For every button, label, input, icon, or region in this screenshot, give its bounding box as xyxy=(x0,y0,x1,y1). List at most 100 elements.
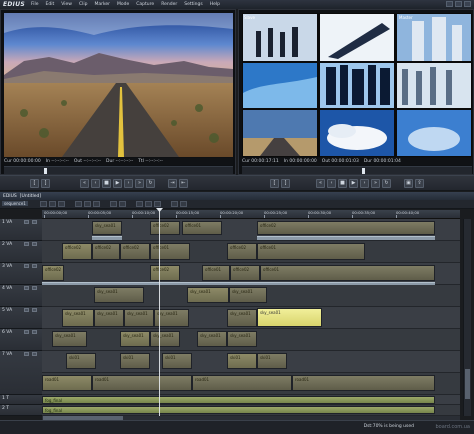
track-header-4va[interactable]: 4 VA xyxy=(0,285,42,307)
timeline-clip[interactable]: office02 xyxy=(150,265,180,281)
timeline-clip[interactable]: road01 xyxy=(42,375,92,391)
speaker-icon[interactable] xyxy=(32,220,37,224)
speaker-icon[interactable] xyxy=(32,352,37,356)
eye-icon[interactable] xyxy=(24,220,29,224)
eye-icon[interactable] xyxy=(24,264,29,268)
rewind-icon[interactable]: « xyxy=(80,179,89,188)
eye-icon[interactable] xyxy=(24,242,29,246)
timeline-clip[interactable]: sky_sea01 xyxy=(94,287,144,303)
stop-icon[interactable]: ■ xyxy=(102,179,111,188)
ripple-icon[interactable] xyxy=(145,201,152,207)
timeline-clip[interactable]: office02 xyxy=(227,243,257,260)
timeline-clip[interactable]: sky_sea01 xyxy=(92,221,122,235)
menu-clip[interactable]: Clip xyxy=(79,2,88,7)
menu-settings[interactable]: Settings xyxy=(184,2,202,7)
menu-view[interactable]: View xyxy=(61,2,72,7)
export-icon[interactable]: ⇪ xyxy=(415,179,424,188)
play-icon[interactable]: ▶ xyxy=(113,179,122,188)
render-icon[interactable]: ▣ xyxy=(404,179,413,188)
sequence-tab[interactable]: sequence1 xyxy=(2,201,28,206)
player-scrub-handle[interactable] xyxy=(44,168,47,174)
playhead[interactable] xyxy=(159,210,160,416)
timeline-clip[interactable]: sky_sea01 xyxy=(52,331,87,347)
step-forward-icon[interactable]: › xyxy=(124,179,133,188)
set-out-recorder-button[interactable]: ] xyxy=(281,179,290,188)
timeline-clip[interactable]: office01 xyxy=(257,243,365,260)
menu-marker[interactable]: Marker xyxy=(94,2,110,7)
speaker-icon[interactable] xyxy=(32,330,37,334)
recorder-step-forward-icon[interactable]: › xyxy=(360,179,369,188)
recorder-stop-icon[interactable]: ■ xyxy=(338,179,347,188)
sync-lock-icon[interactable] xyxy=(154,201,161,207)
timeline-clip[interactable]: office02 xyxy=(120,243,150,260)
step-back-icon[interactable]: ‹ xyxy=(91,179,100,188)
timeline-clip[interactable]: sky_sea01 xyxy=(227,331,257,347)
copy-icon[interactable] xyxy=(84,201,91,207)
cut-icon[interactable] xyxy=(75,201,82,207)
timeline-clip[interactable]: office02 xyxy=(42,265,64,281)
vertical-scrollbar[interactable] xyxy=(463,219,471,416)
timeline-clip[interactable]: ski01 xyxy=(227,353,257,369)
close-button[interactable] xyxy=(464,1,471,7)
vertical-scroll-thumb[interactable] xyxy=(465,369,470,399)
timeline-clip[interactable]: office01 xyxy=(150,243,190,260)
timeline-clip[interactable]: office02 xyxy=(230,265,260,281)
menu-file[interactable]: File xyxy=(31,2,39,7)
track-header-1t[interactable]: 1 T xyxy=(0,395,42,405)
snap-icon[interactable] xyxy=(136,201,143,207)
player-scrubber[interactable] xyxy=(4,166,233,174)
new-sequence-icon[interactable] xyxy=(40,201,47,207)
timeline-clip[interactable]: sky_sea01 xyxy=(94,309,124,327)
timeline-clip[interactable]: office02 xyxy=(92,243,120,260)
title-clip[interactable]: fog_final xyxy=(42,396,435,404)
timeline-clip[interactable]: ski01 xyxy=(257,353,287,369)
redo-icon[interactable] xyxy=(119,201,126,207)
eye-icon[interactable] xyxy=(24,330,29,334)
eye-icon[interactable] xyxy=(24,352,29,356)
timeline-clip[interactable]: sky_sea01 xyxy=(187,287,229,303)
speaker-icon[interactable] xyxy=(32,308,37,312)
timeline-tracks[interactable]: sky_sea01 office02 office01 office02 off… xyxy=(42,219,460,416)
fast-forward-icon[interactable]: » xyxy=(135,179,144,188)
track-header-5va[interactable]: 5 VA xyxy=(0,307,42,329)
zoom-out-icon[interactable] xyxy=(171,201,178,207)
selected-timeline-clip[interactable]: sky_sea01 xyxy=(257,308,322,327)
track-header-3va[interactable]: 3 VA xyxy=(0,263,42,285)
timeline-clip[interactable]: office02 xyxy=(257,221,435,235)
recorder-fast-forward-icon[interactable]: » xyxy=(371,179,380,188)
menu-edit[interactable]: Edit xyxy=(46,2,55,7)
timeline-clip[interactable]: office01 xyxy=(182,221,222,235)
title-clip[interactable]: fog_final xyxy=(42,406,435,414)
timeline-clip[interactable]: sky_sea01 xyxy=(120,331,150,347)
menu-mode[interactable]: Mode xyxy=(117,2,129,7)
zoom-in-icon[interactable] xyxy=(180,201,187,207)
paste-icon[interactable] xyxy=(93,201,100,207)
overwrite-icon[interactable]: ⇤ xyxy=(179,179,188,188)
maximize-button[interactable] xyxy=(455,1,462,7)
track-header-6va[interactable]: 6 VA xyxy=(0,329,42,351)
timeline-clip[interactable]: sky_sea01 xyxy=(229,287,267,303)
open-icon[interactable] xyxy=(49,201,56,207)
timeline-clip[interactable]: ski01 xyxy=(162,353,192,369)
timeline-clip[interactable]: road01 xyxy=(192,375,292,391)
undo-icon[interactable] xyxy=(110,201,117,207)
timeline-clip[interactable]: road01 xyxy=(92,375,192,391)
timeline-clip[interactable]: ski01 xyxy=(120,353,150,369)
speaker-icon[interactable] xyxy=(32,264,37,268)
speaker-icon[interactable] xyxy=(32,242,37,246)
timeline-clip[interactable]: office01 xyxy=(202,265,230,281)
timeline-clip[interactable]: sky_sea01 xyxy=(227,309,257,327)
recorder-scrub-handle[interactable] xyxy=(362,168,365,174)
timeline-ruler[interactable]: 00:00:00;00 00:00:05;00 00:00:10;00 00:0… xyxy=(42,210,460,219)
recorder-step-back-icon[interactable]: ‹ xyxy=(327,179,336,188)
save-icon[interactable] xyxy=(58,201,65,207)
eye-icon[interactable] xyxy=(24,286,29,290)
set-out-button[interactable]: ] xyxy=(41,179,50,188)
timeline-clip[interactable]: sky_sea01 xyxy=(150,331,180,347)
track-header-2va[interactable]: 2 VA xyxy=(0,241,42,263)
recorder-play-icon[interactable]: ▶ xyxy=(349,179,358,188)
track-header-2t[interactable]: 2 T xyxy=(0,405,42,416)
timeline-clip[interactable]: sky_sea01 xyxy=(197,331,227,347)
eye-icon[interactable] xyxy=(24,308,29,312)
timeline-clip[interactable]: ski01 xyxy=(66,353,96,369)
